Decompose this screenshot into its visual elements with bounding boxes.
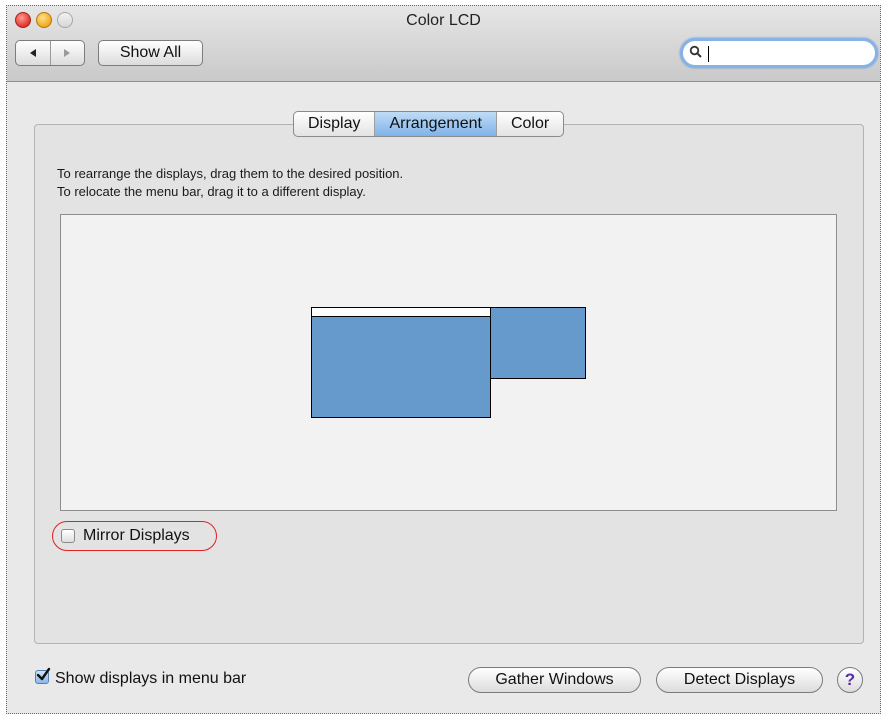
mirror-displays-checkbox[interactable] xyxy=(61,529,75,543)
help-button[interactable]: ? xyxy=(837,667,863,693)
tab-arrangement[interactable]: Arrangement xyxy=(374,112,496,136)
search-field[interactable] xyxy=(680,38,878,68)
gather-windows-button[interactable]: Gather Windows xyxy=(468,667,641,693)
back-arrow-icon xyxy=(29,49,36,57)
window-title: Color LCD xyxy=(406,12,481,29)
search-input[interactable] xyxy=(705,44,865,62)
main-display[interactable] xyxy=(311,307,491,418)
text-cursor xyxy=(708,46,709,62)
system-preferences-window: Color LCD Show All Display Arrangement C… xyxy=(6,5,881,714)
instruction-rearrange: To rearrange the displays, drag them to … xyxy=(57,166,404,181)
tab-bar: Display Arrangement Color xyxy=(293,111,565,137)
window-toolbar: Color LCD Show All xyxy=(7,6,880,82)
mirror-displays-label[interactable]: Mirror Displays xyxy=(83,527,190,545)
search-icon xyxy=(689,45,702,58)
forward-button[interactable] xyxy=(49,41,85,65)
show-displays-in-menubar-checkbox[interactable] xyxy=(35,667,51,684)
secondary-display[interactable] xyxy=(490,307,586,379)
show-displays-in-menubar-label[interactable]: Show displays in menu bar xyxy=(55,670,246,688)
forward-arrow-icon xyxy=(64,49,71,57)
back-forward-group xyxy=(15,40,85,66)
instruction-menubar: To relocate the menu bar, drag it to a d… xyxy=(57,184,366,199)
show-all-button[interactable]: Show All xyxy=(98,40,203,66)
display-arrangement-area xyxy=(60,214,837,511)
detect-displays-button[interactable]: Detect Displays xyxy=(656,667,823,693)
menu-bar-indicator[interactable] xyxy=(312,308,490,317)
checkmark-icon xyxy=(36,667,51,681)
tab-color[interactable]: Color xyxy=(495,112,563,136)
tab-display[interactable]: Display xyxy=(294,112,374,136)
back-button[interactable] xyxy=(16,41,50,65)
